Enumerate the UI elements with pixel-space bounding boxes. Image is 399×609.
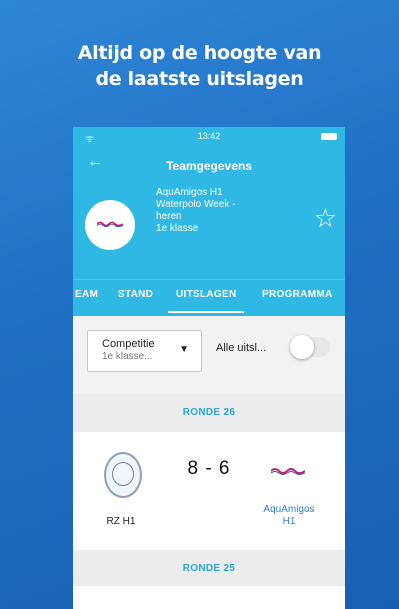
home-team-name: RZ H1 [106,516,136,527]
tab-bar: EAM STAND UITSLAGEN PROGRAMMA [73,279,345,316]
team-header: AquAmigos H1 Waterpolo Week - heren 1e k… [73,183,345,279]
round-header: RONDE 26 [73,394,345,432]
away-team-name-line1: AquAmigos [263,504,315,515]
app-bar: ← Teamgegevens [73,147,345,183]
tab-programma[interactable]: PROGRAMMA [262,289,332,300]
away-team-logo [271,468,305,475]
team-logo [85,200,135,250]
competition-select-label: Competitie [102,338,155,350]
tab-stand[interactable]: STAND [118,289,153,300]
team-name: AquAmigos H1 [156,187,223,198]
status-bar: ᯤ 13:42 [73,127,345,147]
active-tab-indicator [168,311,244,313]
team-competition-line2: heren [156,211,182,222]
filter-bar: Competitie 1e klasse... ▼ Alle uitsl... [73,316,345,394]
promo-headline: Altijd op de hoogte van de laatste uitsl… [0,40,399,92]
round-header: RONDE 25 [73,550,345,586]
status-time: 13:42 [197,131,221,141]
promo-headline-line1: Altijd op de hoogte van [77,42,322,64]
toggle-knob [290,335,314,359]
phone-screen: ᯤ 13:42 ← Teamgegevens AquAmigos H1 Wate… [73,127,345,609]
page-title: Teamgegevens [166,159,252,173]
chevron-down-icon: ▼ [179,344,189,355]
promo-headline-line2: de laatste uitslagen [95,68,304,90]
away-team-name-line2: H1 [282,516,296,527]
team-info: AquAmigos H1 Waterpolo Week - heren 1e k… [156,187,266,235]
team-competition-line1: Waterpolo Week - [156,199,236,210]
star-outline-icon[interactable]: ☆ [314,203,337,234]
battery-icon [321,133,337,140]
competition-select-value: 1e klasse... [102,351,153,362]
competition-select[interactable]: Competitie 1e klasse... ▼ [87,330,202,372]
team-logo-wave [97,221,123,227]
tab-team[interactable]: EAM [75,289,98,300]
tab-uitslagen[interactable]: UITSLAGEN [176,289,236,300]
match-row[interactable]: RZ H1 8 - 6 AquAmigos H1 [73,432,345,550]
all-results-label: Alle uitsl... [216,342,267,354]
away-team-name[interactable]: AquAmigos H1 [256,504,322,528]
team-class: 1e klasse [156,223,199,234]
all-results-toggle[interactable] [290,335,330,359]
